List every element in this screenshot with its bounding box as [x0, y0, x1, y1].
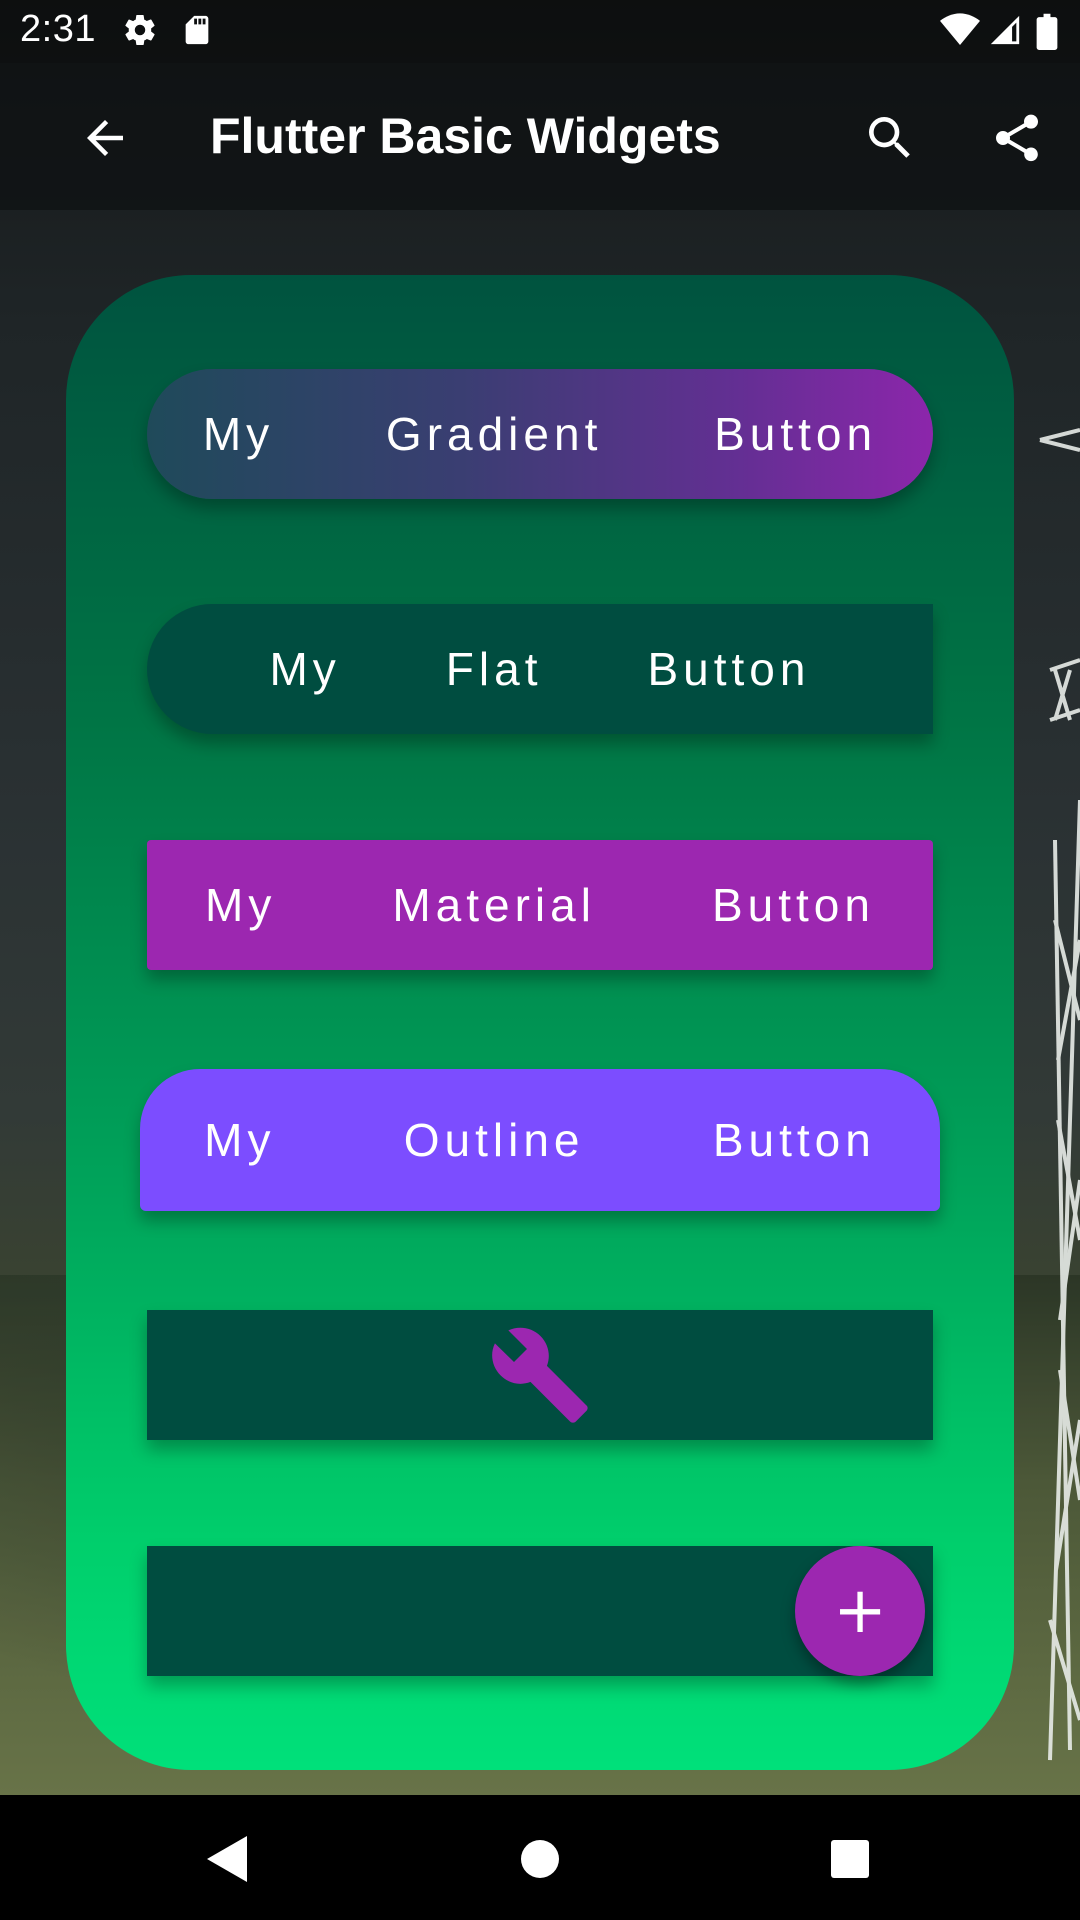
recents-square-icon — [831, 1840, 869, 1878]
outline-button-word-2: Outline — [403, 1114, 585, 1166]
signal-icon — [990, 15, 1020, 45]
gradient-button-word-2: Gradient — [385, 408, 603, 460]
wrench-icon — [492, 1327, 588, 1423]
status-bar: 2:31 — [0, 0, 1080, 63]
home-circle-icon — [521, 1840, 559, 1878]
gradient-button[interactable]: My Gradient Button — [147, 369, 933, 499]
add-icon: + — [833, 1574, 887, 1648]
search-button[interactable] — [855, 103, 925, 173]
page-title: Flutter Basic Widgets — [210, 108, 721, 164]
status-time: 2:31 — [20, 8, 96, 50]
nav-back-button[interactable] — [196, 1829, 256, 1889]
share-icon — [996, 114, 1038, 162]
power-tower-graphic — [1039, 428, 1080, 1761]
nav-recents-button[interactable] — [820, 1829, 880, 1889]
flat-button-word-3: Button — [647, 643, 811, 695]
outline-button[interactable]: My Outline Button — [140, 1069, 940, 1211]
outline-button-word-3: Button — [712, 1114, 876, 1166]
material-button-word-3: Button — [711, 879, 875, 931]
back-triangle-icon — [207, 1836, 247, 1882]
navigation-bar — [0, 1795, 1080, 1920]
material-button-word-2: Material — [392, 879, 596, 931]
app-bar: Flutter Basic Widgets — [0, 63, 1080, 210]
outline-button-word-1: My — [204, 1114, 276, 1166]
back-button[interactable] — [70, 103, 140, 173]
add-fab-button[interactable]: + — [795, 1546, 925, 1676]
share-button[interactable] — [982, 103, 1052, 173]
gradient-button-word-1: My — [202, 408, 275, 460]
gradient-button-word-3: Button — [714, 408, 878, 460]
flat-button[interactable]: My Flat Button — [147, 604, 933, 734]
battery-icon — [1036, 13, 1058, 50]
wrench-icon-button[interactable] — [147, 1310, 933, 1440]
material-button[interactable]: My Material Button — [147, 840, 933, 970]
flat-button-word-2: Flat — [445, 643, 543, 695]
material-button-word-1: My — [205, 879, 277, 931]
gear-icon — [125, 15, 155, 46]
nav-home-button[interactable] — [510, 1829, 570, 1889]
wifi-icon — [940, 13, 980, 46]
sd-card-icon — [185, 15, 209, 45]
back-arrow-icon — [87, 120, 123, 156]
search-icon — [869, 117, 910, 158]
flat-button-word-1: My — [269, 643, 341, 695]
